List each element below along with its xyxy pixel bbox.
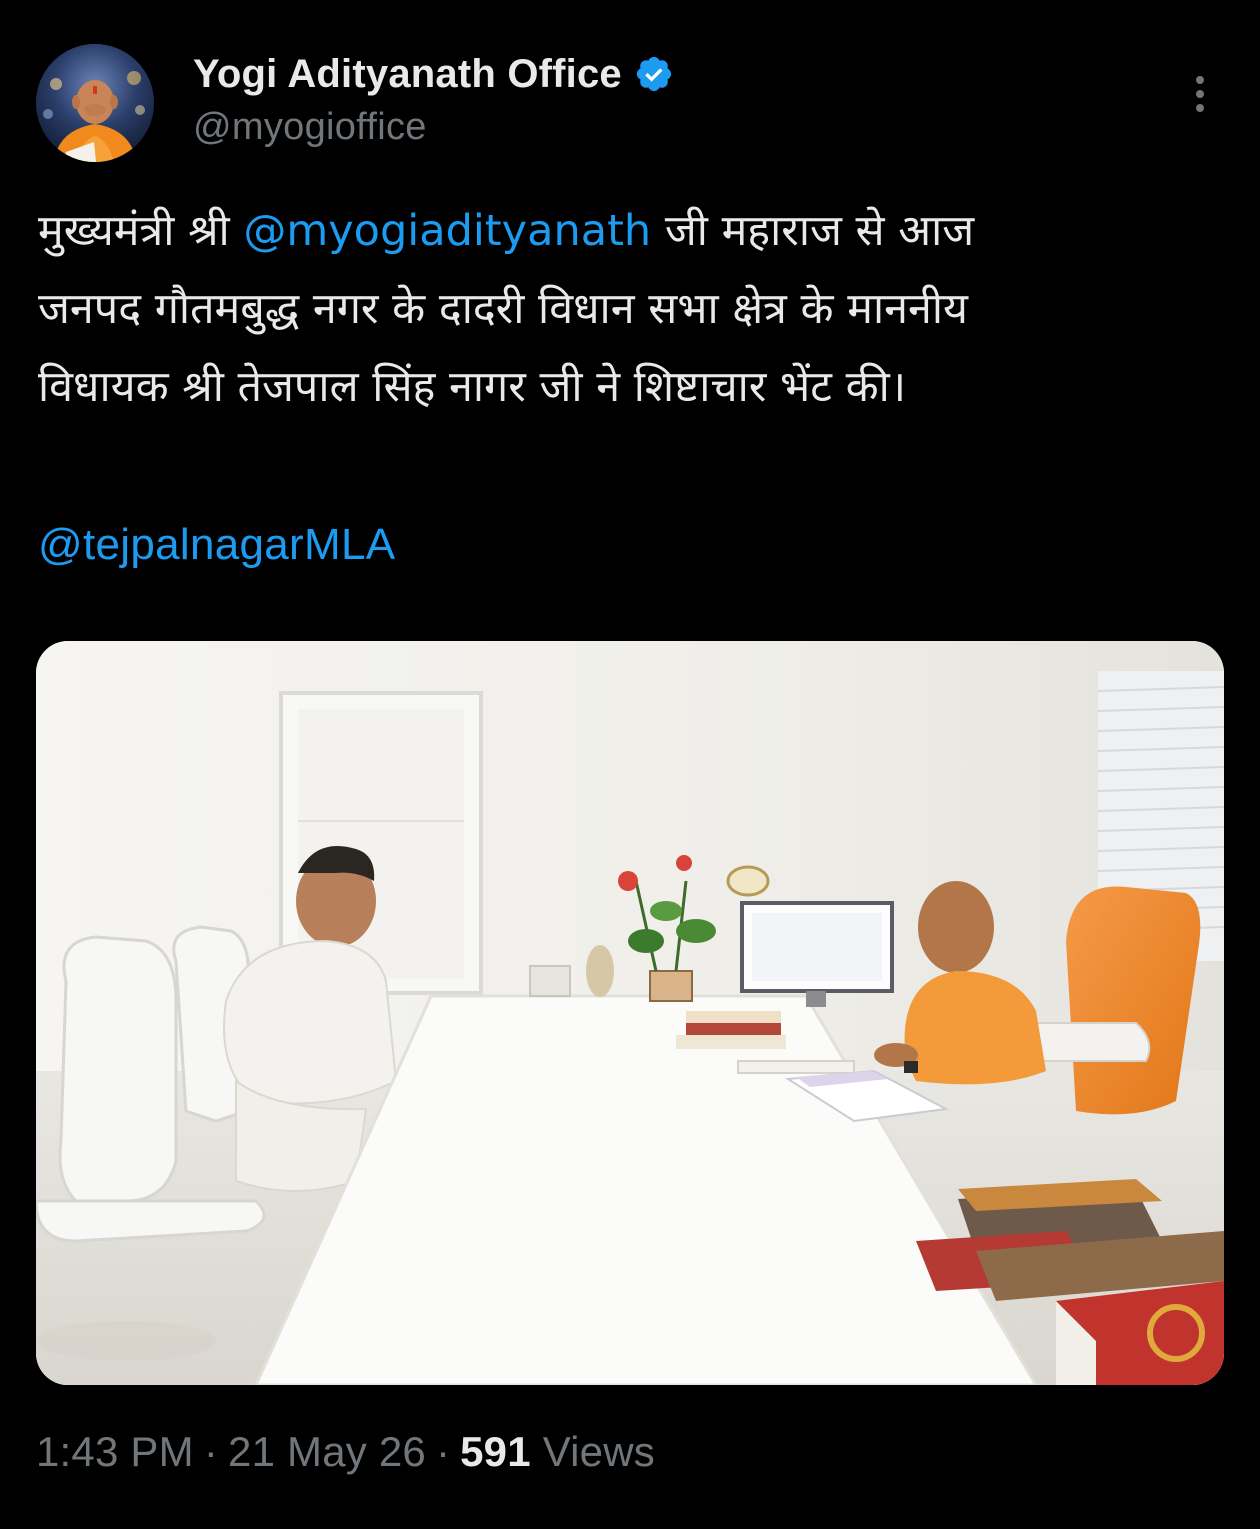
handle[interactable]: @myogioffice [193, 106, 674, 149]
tweet-detail: Yogi Adityanath Office @myogioffice मुख्… [0, 0, 1260, 1529]
meeting-photo [36, 641, 1224, 1385]
tweet-date[interactable]: 21 May 26 [228, 1428, 426, 1475]
avatar[interactable] [36, 44, 154, 162]
tweet-text: मुख्यमंत्री श्री @myogiadityanath जी महा… [38, 192, 1228, 426]
tweet-text-line-3: विधायक श्री तेजपाल सिंह नागर जी ने शिष्ट… [38, 362, 907, 412]
verified-badge-icon[interactable] [634, 54, 674, 94]
tweet-text-part: मुख्यमंत्री श्री [38, 206, 244, 256]
tweet-text-line-1: मुख्यमंत्री श्री @myogiadityanath जी महा… [38, 192, 1228, 270]
avatar-image [36, 44, 154, 162]
display-name-row: Yogi Adityanath Office [193, 48, 674, 100]
tweet-photo[interactable] [36, 641, 1224, 1385]
meta-separator: · [435, 1428, 451, 1475]
author-info: Yogi Adityanath Office @myogioffice [193, 48, 674, 149]
views-label: Views [542, 1428, 655, 1475]
more-vertical-icon [1196, 76, 1204, 112]
more-options-button[interactable] [1176, 70, 1224, 118]
display-name[interactable]: Yogi Adityanath Office [193, 52, 622, 97]
meta-separator: · [203, 1428, 219, 1475]
tweet-meta: 1:43 PM · 21 May 26 · 591 Views [36, 1428, 655, 1476]
tweet-time[interactable]: 1:43 PM [36, 1428, 194, 1475]
views-count: 591 [460, 1428, 531, 1475]
tweet-text-line-2: जनपद गौतमबुद्ध नगर के दादरी विधान सभा क्… [38, 284, 968, 334]
mention-link[interactable]: @tejpalnagarMLA [38, 520, 395, 570]
mention-link[interactable]: @myogiadityanath [243, 206, 651, 256]
tweet-text-part: जी महाराज से आज [651, 206, 975, 256]
